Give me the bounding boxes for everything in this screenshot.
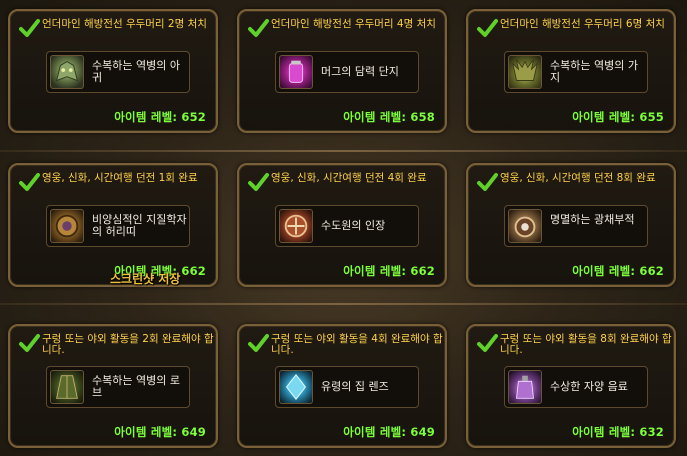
- reward-item[interactable]: 머그의 담력 단지: [275, 51, 419, 93]
- reward-item[interactable]: 수복하는 역병의 아귀: [46, 51, 190, 93]
- item-name: 비양심적인 지질학자의 허리띠: [92, 213, 187, 238]
- item-name: 명멸하는 광채부적: [550, 213, 635, 226]
- item-level: 아이템 레벨: 658: [343, 110, 435, 124]
- dragon-helm-icon: [50, 55, 84, 89]
- checkmark-icon: [477, 19, 498, 37]
- unlock-condition: 영웅, 신화, 시간여행 던전 8회 완료: [500, 172, 656, 184]
- unlock-condition: 영웅, 신화, 시간여행 던전 4회 완료: [271, 172, 427, 184]
- checkmark-icon: [19, 334, 40, 352]
- crystal-lens-icon: [279, 370, 313, 404]
- checkmark-icon: [248, 19, 269, 37]
- reward-item[interactable]: 수상한 자양 음료: [504, 366, 648, 408]
- reward-card-5[interactable]: 영웅, 신화, 시간여행 던전 4회 완료 수도원의 인장 아이템 레벨: 66…: [237, 163, 447, 287]
- reward-item[interactable]: 수복하는 역병의 가지: [504, 51, 648, 93]
- item-name: 머그의 담력 단지: [321, 65, 399, 78]
- reward-card-8[interactable]: 구렁 또는 야외 활동을 4회 완료해야 합니다. 유령의 집 렌즈 아이템 레…: [237, 324, 447, 448]
- unlock-condition: 언더마인 해방전선 우두머리 6명 처치: [500, 18, 665, 30]
- unlock-condition: 영웅, 신화, 시간여행 던전 1회 완료: [42, 172, 198, 184]
- row-divider-2: [0, 303, 687, 305]
- item-name: 수복하는 역병의 아귀: [92, 59, 180, 84]
- item-name: 수복하는 역병의 로브: [92, 374, 180, 399]
- item-level: 아이템 레벨: 649: [343, 425, 435, 439]
- reward-card-2[interactable]: 언더마인 해방전선 우두머리 4명 처치 머그의 담력 단지 아이템 레벨: 6…: [237, 9, 447, 133]
- potion-jar-icon: [279, 55, 313, 89]
- reward-card-3[interactable]: 언더마인 해방전선 우두머리 6명 처치 수복하는 역병의 가지 아이템 레벨:…: [466, 9, 676, 133]
- item-name: 수도원의 인장: [321, 219, 386, 232]
- seal-icon: [279, 209, 313, 243]
- tonic-bottle-icon: [508, 370, 542, 404]
- reward-item[interactable]: 유령의 집 렌즈: [275, 366, 419, 408]
- reward-item[interactable]: 명멸하는 광채부적: [504, 205, 648, 247]
- reward-item[interactable]: 비양심적인 지질학자의 허리띠: [46, 205, 190, 247]
- checkmark-icon: [477, 173, 498, 191]
- screenshot-saved-toast: 스크린샷 저장: [110, 272, 181, 286]
- reward-card-6[interactable]: 영웅, 신화, 시간여행 던전 8회 완료 명멸하는 광채부적 아이템 레벨: …: [466, 163, 676, 287]
- unlock-condition: 구렁 또는 야외 활동을 8회 완료해야 합니다.: [500, 333, 672, 356]
- item-name: 수상한 자양 음료: [550, 380, 628, 393]
- robe-icon: [50, 370, 84, 404]
- antler-helm-icon: [508, 55, 542, 89]
- reward-card-1[interactable]: 언더마인 해방전선 우두머리 2명 처치 수복하는 역병의 아귀 아이템 레벨:…: [8, 9, 218, 133]
- reward-card-9[interactable]: 구렁 또는 야외 활동을 8회 완료해야 합니다. 수상한 자양 음료 아이템 …: [466, 324, 676, 448]
- reward-card-4[interactable]: 영웅, 신화, 시간여행 던전 1회 완료 비양심적인 지질학자의 허리띠 아이…: [8, 163, 218, 287]
- item-level: 아이템 레벨: 649: [114, 425, 206, 439]
- checkmark-icon: [19, 19, 40, 37]
- unlock-condition: 언더마인 해방전선 우두머리 2명 처치: [42, 18, 207, 30]
- checkmark-icon: [248, 334, 269, 352]
- checkmark-icon: [19, 173, 40, 191]
- item-level: 아이템 레벨: 662: [343, 264, 435, 278]
- reward-card-7[interactable]: 구렁 또는 야외 활동을 2회 완료해야 합니다. 수복하는 역병의 로브 아이…: [8, 324, 218, 448]
- item-level: 아이템 레벨: 652: [114, 110, 206, 124]
- unlock-condition: 구렁 또는 야외 활동을 2회 완료해야 합니다.: [42, 333, 214, 356]
- item-name: 수복하는 역병의 가지: [550, 59, 638, 84]
- reward-item[interactable]: 수도원의 인장: [275, 205, 419, 247]
- belt-buckle-icon: [50, 209, 84, 243]
- item-level: 아이템 레벨: 632: [572, 425, 664, 439]
- amulet-icon: [508, 209, 542, 243]
- item-name: 유령의 집 렌즈: [321, 380, 389, 393]
- checkmark-icon: [477, 334, 498, 352]
- reward-item[interactable]: 수복하는 역병의 로브: [46, 366, 190, 408]
- item-level: 아이템 레벨: 655: [572, 110, 664, 124]
- checkmark-icon: [248, 173, 269, 191]
- unlock-condition: 언더마인 해방전선 우두머리 4명 처치: [271, 18, 436, 30]
- unlock-condition: 구렁 또는 야외 활동을 4회 완료해야 합니다.: [271, 333, 443, 356]
- item-level: 아이템 레벨: 662: [572, 264, 664, 278]
- row-divider-1: [0, 150, 687, 152]
